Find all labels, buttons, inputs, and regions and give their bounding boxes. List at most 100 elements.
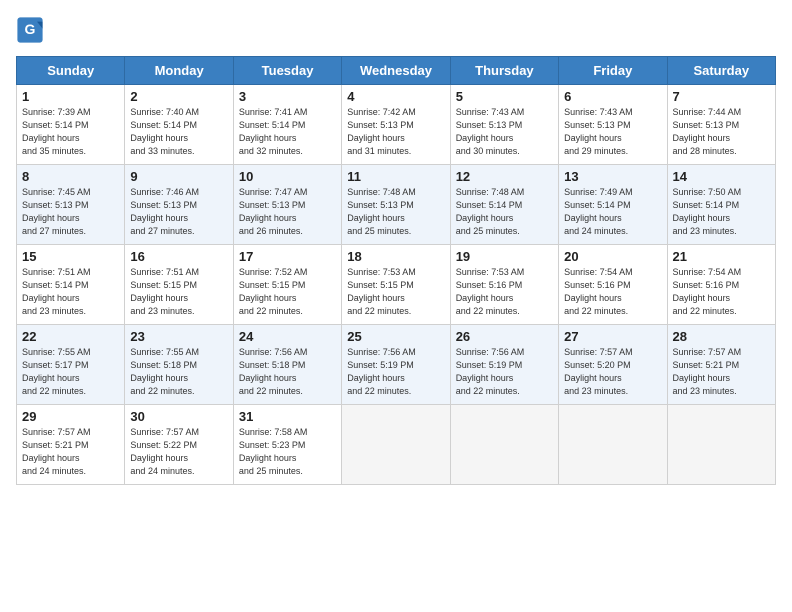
day-info: Sunrise: 7:43 AM Sunset: 5:13 PM Dayligh… xyxy=(564,106,661,158)
svg-text:G: G xyxy=(25,21,36,37)
day-number: 21 xyxy=(673,249,770,264)
day-cell-15: 15 Sunrise: 7:51 AM Sunset: 5:14 PM Dayl… xyxy=(17,245,125,325)
day-cell-14: 14 Sunrise: 7:50 AM Sunset: 5:14 PM Dayl… xyxy=(667,165,775,245)
day-info: Sunrise: 7:51 AM Sunset: 5:15 PM Dayligh… xyxy=(130,266,227,318)
logo-icon: G xyxy=(16,16,44,44)
day-info: Sunrise: 7:41 AM Sunset: 5:14 PM Dayligh… xyxy=(239,106,336,158)
day-cell-9: 9 Sunrise: 7:46 AM Sunset: 5:13 PM Dayli… xyxy=(125,165,233,245)
day-cell-1: 1 Sunrise: 7:39 AM Sunset: 5:14 PM Dayli… xyxy=(17,85,125,165)
day-cell-5: 5 Sunrise: 7:43 AM Sunset: 5:13 PM Dayli… xyxy=(450,85,558,165)
week-row-5: 29 Sunrise: 7:57 AM Sunset: 5:21 PM Dayl… xyxy=(17,405,776,485)
day-number: 8 xyxy=(22,169,119,184)
day-cell-22: 22 Sunrise: 7:55 AM Sunset: 5:17 PM Dayl… xyxy=(17,325,125,405)
day-cell-18: 18 Sunrise: 7:53 AM Sunset: 5:15 PM Dayl… xyxy=(342,245,450,325)
col-header-sunday: Sunday xyxy=(17,57,125,85)
day-info: Sunrise: 7:50 AM Sunset: 5:14 PM Dayligh… xyxy=(673,186,770,238)
empty-cell xyxy=(450,405,558,485)
day-info: Sunrise: 7:42 AM Sunset: 5:13 PM Dayligh… xyxy=(347,106,444,158)
day-number: 19 xyxy=(456,249,553,264)
logo: G xyxy=(16,16,48,44)
day-number: 7 xyxy=(673,89,770,104)
empty-cell xyxy=(559,405,667,485)
day-cell-3: 3 Sunrise: 7:41 AM Sunset: 5:14 PM Dayli… xyxy=(233,85,341,165)
calendar-table: SundayMondayTuesdayWednesdayThursdayFrid… xyxy=(16,56,776,485)
day-cell-8: 8 Sunrise: 7:45 AM Sunset: 5:13 PM Dayli… xyxy=(17,165,125,245)
col-header-friday: Friday xyxy=(559,57,667,85)
day-info: Sunrise: 7:46 AM Sunset: 5:13 PM Dayligh… xyxy=(130,186,227,238)
day-info: Sunrise: 7:39 AM Sunset: 5:14 PM Dayligh… xyxy=(22,106,119,158)
day-cell-25: 25 Sunrise: 7:56 AM Sunset: 5:19 PM Dayl… xyxy=(342,325,450,405)
day-number: 14 xyxy=(673,169,770,184)
day-info: Sunrise: 7:52 AM Sunset: 5:15 PM Dayligh… xyxy=(239,266,336,318)
day-cell-13: 13 Sunrise: 7:49 AM Sunset: 5:14 PM Dayl… xyxy=(559,165,667,245)
day-number: 27 xyxy=(564,329,661,344)
col-header-thursday: Thursday xyxy=(450,57,558,85)
day-cell-16: 16 Sunrise: 7:51 AM Sunset: 5:15 PM Dayl… xyxy=(125,245,233,325)
day-info: Sunrise: 7:53 AM Sunset: 5:15 PM Dayligh… xyxy=(347,266,444,318)
day-info: Sunrise: 7:44 AM Sunset: 5:13 PM Dayligh… xyxy=(673,106,770,158)
week-row-2: 8 Sunrise: 7:45 AM Sunset: 5:13 PM Dayli… xyxy=(17,165,776,245)
week-row-4: 22 Sunrise: 7:55 AM Sunset: 5:17 PM Dayl… xyxy=(17,325,776,405)
day-cell-12: 12 Sunrise: 7:48 AM Sunset: 5:14 PM Dayl… xyxy=(450,165,558,245)
day-info: Sunrise: 7:45 AM Sunset: 5:13 PM Dayligh… xyxy=(22,186,119,238)
empty-cell xyxy=(342,405,450,485)
empty-cell xyxy=(667,405,775,485)
day-info: Sunrise: 7:51 AM Sunset: 5:14 PM Dayligh… xyxy=(22,266,119,318)
day-number: 29 xyxy=(22,409,119,424)
day-number: 3 xyxy=(239,89,336,104)
day-number: 1 xyxy=(22,89,119,104)
day-info: Sunrise: 7:54 AM Sunset: 5:16 PM Dayligh… xyxy=(673,266,770,318)
day-number: 11 xyxy=(347,169,444,184)
day-cell-21: 21 Sunrise: 7:54 AM Sunset: 5:16 PM Dayl… xyxy=(667,245,775,325)
day-cell-24: 24 Sunrise: 7:56 AM Sunset: 5:18 PM Dayl… xyxy=(233,325,341,405)
day-cell-7: 7 Sunrise: 7:44 AM Sunset: 5:13 PM Dayli… xyxy=(667,85,775,165)
day-info: Sunrise: 7:57 AM Sunset: 5:20 PM Dayligh… xyxy=(564,346,661,398)
week-row-3: 15 Sunrise: 7:51 AM Sunset: 5:14 PM Dayl… xyxy=(17,245,776,325)
day-cell-10: 10 Sunrise: 7:47 AM Sunset: 5:13 PM Dayl… xyxy=(233,165,341,245)
day-cell-23: 23 Sunrise: 7:55 AM Sunset: 5:18 PM Dayl… xyxy=(125,325,233,405)
day-info: Sunrise: 7:43 AM Sunset: 5:13 PM Dayligh… xyxy=(456,106,553,158)
col-header-tuesday: Tuesday xyxy=(233,57,341,85)
day-number: 15 xyxy=(22,249,119,264)
header: G xyxy=(16,16,776,44)
col-header-wednesday: Wednesday xyxy=(342,57,450,85)
day-info: Sunrise: 7:56 AM Sunset: 5:19 PM Dayligh… xyxy=(456,346,553,398)
day-number: 9 xyxy=(130,169,227,184)
day-number: 6 xyxy=(564,89,661,104)
day-info: Sunrise: 7:48 AM Sunset: 5:14 PM Dayligh… xyxy=(456,186,553,238)
day-cell-6: 6 Sunrise: 7:43 AM Sunset: 5:13 PM Dayli… xyxy=(559,85,667,165)
day-info: Sunrise: 7:54 AM Sunset: 5:16 PM Dayligh… xyxy=(564,266,661,318)
day-info: Sunrise: 7:47 AM Sunset: 5:13 PM Dayligh… xyxy=(239,186,336,238)
day-cell-31: 31 Sunrise: 7:58 AM Sunset: 5:23 PM Dayl… xyxy=(233,405,341,485)
col-header-saturday: Saturday xyxy=(667,57,775,85)
day-number: 12 xyxy=(456,169,553,184)
day-number: 5 xyxy=(456,89,553,104)
day-number: 24 xyxy=(239,329,336,344)
day-cell-28: 28 Sunrise: 7:57 AM Sunset: 5:21 PM Dayl… xyxy=(667,325,775,405)
day-cell-30: 30 Sunrise: 7:57 AM Sunset: 5:22 PM Dayl… xyxy=(125,405,233,485)
col-header-monday: Monday xyxy=(125,57,233,85)
day-number: 4 xyxy=(347,89,444,104)
day-number: 22 xyxy=(22,329,119,344)
day-number: 16 xyxy=(130,249,227,264)
day-info: Sunrise: 7:55 AM Sunset: 5:17 PM Dayligh… xyxy=(22,346,119,398)
day-info: Sunrise: 7:56 AM Sunset: 5:19 PM Dayligh… xyxy=(347,346,444,398)
day-info: Sunrise: 7:58 AM Sunset: 5:23 PM Dayligh… xyxy=(239,426,336,478)
day-cell-2: 2 Sunrise: 7:40 AM Sunset: 5:14 PM Dayli… xyxy=(125,85,233,165)
day-info: Sunrise: 7:57 AM Sunset: 5:22 PM Dayligh… xyxy=(130,426,227,478)
day-cell-20: 20 Sunrise: 7:54 AM Sunset: 5:16 PM Dayl… xyxy=(559,245,667,325)
week-row-1: 1 Sunrise: 7:39 AM Sunset: 5:14 PM Dayli… xyxy=(17,85,776,165)
day-number: 10 xyxy=(239,169,336,184)
day-cell-4: 4 Sunrise: 7:42 AM Sunset: 5:13 PM Dayli… xyxy=(342,85,450,165)
day-info: Sunrise: 7:56 AM Sunset: 5:18 PM Dayligh… xyxy=(239,346,336,398)
day-number: 20 xyxy=(564,249,661,264)
day-info: Sunrise: 7:48 AM Sunset: 5:13 PM Dayligh… xyxy=(347,186,444,238)
day-number: 28 xyxy=(673,329,770,344)
day-number: 25 xyxy=(347,329,444,344)
day-number: 2 xyxy=(130,89,227,104)
day-number: 31 xyxy=(239,409,336,424)
day-info: Sunrise: 7:53 AM Sunset: 5:16 PM Dayligh… xyxy=(456,266,553,318)
day-cell-17: 17 Sunrise: 7:52 AM Sunset: 5:15 PM Dayl… xyxy=(233,245,341,325)
day-cell-27: 27 Sunrise: 7:57 AM Sunset: 5:20 PM Dayl… xyxy=(559,325,667,405)
day-number: 26 xyxy=(456,329,553,344)
